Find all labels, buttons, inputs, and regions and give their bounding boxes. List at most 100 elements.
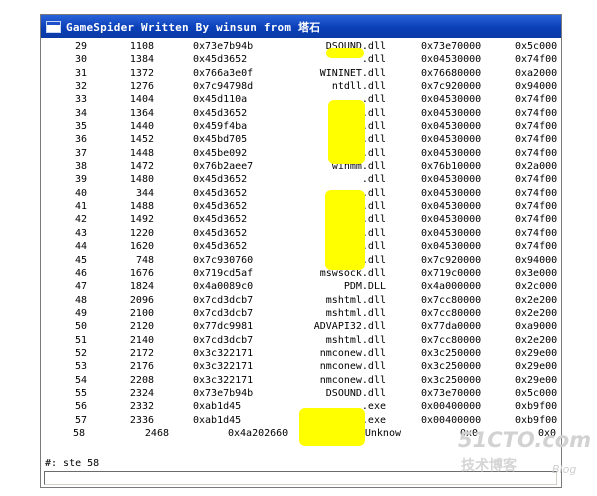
thread-id: 1472 [129,161,154,173]
module-size: 0x2c000 [515,281,558,293]
start-address: 0x45d3652 [193,201,248,213]
thread-id: 1384 [129,54,154,66]
thread-id: 2140 [129,334,154,346]
module-name: nmconew.dll [319,374,386,386]
module-base: 0x00400000 [421,414,482,426]
console-row: 40 344 0x45d3652 .dll 0x04530000 0x74f00 [41,187,561,200]
console-row: 39 1480 0x45d3652 .dll 0x04530000 0x74f00 [41,173,561,186]
console-row: 37 1448 0x45be092 .dll 0x04530000 0x74f00 [41,147,561,160]
row-index: 57 [74,414,87,426]
module-size: 0x94000 [515,254,558,266]
console-row: 32 1276 0x7c94798d ntdll.dll 0x7c920000 0x940… [41,80,561,93]
redaction-marker [325,190,365,270]
module-base: 0x3c250000 [421,374,482,386]
console-row: 36 1452 0x45bd705 .dll 0x04530000 0x74f00 [41,133,561,146]
module-size: 0xa2000 [515,67,558,79]
title-bar[interactable]: GameSpider Written By winsun from 塔石 [41,15,561,38]
row-index: 39 [74,174,87,186]
thread-id: 1480 [129,174,154,186]
module-size: 0x3e000 [515,267,558,279]
thread-id: 1824 [129,281,154,293]
thread-id: 1220 [129,227,154,239]
module-name: .dll [361,174,386,186]
module-size: 0x74f00 [515,174,558,186]
module-name: nmconew.dll [319,361,386,373]
start-address: 0x45d3652 [193,214,248,226]
thread-id: 1404 [129,94,154,106]
module-name: .dll [361,147,386,159]
module-size: 0x94000 [515,81,558,93]
start-address: 0x459f4ba [193,121,248,133]
row-index: 36 [74,134,87,146]
start-address: 0x45d3652 [193,241,248,253]
module-base: 0x04530000 [421,134,482,146]
module-size: 0x74f00 [515,134,558,146]
module-base: 0x76680000 [421,67,482,79]
row-index: 29 [74,41,87,52]
row-index: 56 [74,401,87,413]
console-row: 54 2208 0x3c322171 nmconew.dll 0x3c250000 0x2… [41,374,561,387]
module-size: 0xb9f00 [515,414,558,426]
row-index: 34 [74,107,87,119]
start-address: 0x719cd5af [193,267,254,279]
start-address: 0xab1d45 [193,401,242,413]
row-index: 30 [74,54,87,66]
module-name: .dll [361,54,386,66]
thread-id: 1448 [129,147,154,159]
thread-id: 1276 [129,81,154,93]
console-row: 53 2176 0x3c322171 nmconew.dll 0x3c250000 0x2… [41,360,561,373]
console-row: 33 1404 0x45d110a .dll 0x04530000 0x74f00 [41,93,561,106]
module-base: 0x04530000 [421,121,482,133]
module-name: .dll [361,121,386,133]
module-base: 0x04530000 [421,241,482,253]
thread-id: 1108 [129,41,154,52]
module-size: 0x2e200 [515,334,558,346]
start-address: 0x7c94798d [193,81,254,93]
module-name: .dll [361,241,386,253]
gamespider-window: GameSpider Written By winsun from 塔石 29 1… [40,14,562,488]
start-address: 0x77dc9981 [193,321,254,333]
console-row: 457480x7c930760ntdll.dll0x7c9200000x9400… [41,254,561,267]
row-index: 48 [74,294,87,306]
module-name: Unknow [364,427,401,439]
row-index: 54 [74,374,87,386]
thread-id: 1492 [129,214,154,226]
module-base: 0x7c920000 [421,81,482,93]
module-base: 0x7cc80000 [421,334,482,346]
module-size: 0x74f00 [515,121,558,133]
module-name: DSOUND.dll [325,387,386,399]
start-address: 0x45d3652 [193,227,248,239]
module-size: 0x5c000 [515,387,558,399]
module-base: 0x04530000 [421,201,482,213]
row-index: 33 [74,94,87,106]
module-base: 0x73e70000 [421,387,482,399]
row-index: 50 [74,321,87,333]
row-index: 35 [74,121,87,133]
console-row: 52 2172 0x3c322171 nmconew.dll 0x3c250000 0x2… [41,347,561,360]
module-size: 0x74f00 [515,241,558,253]
module-size: 0x2a000 [515,161,558,173]
start-address: 0x7cd3dcb7 [193,307,254,319]
module-name: mshtml.dll [325,307,386,319]
module-base: 0x04530000 [421,107,482,119]
start-address: 0x45d3652 [193,187,248,199]
start-address: 0x3c322171 [193,347,254,359]
thread-id: 1676 [129,267,154,279]
module-name: .dll [361,134,386,146]
start-address: 0x766a3e0f [193,67,254,79]
thread-id: 2096 [129,294,154,306]
start-address: 0x76b2aee7 [193,161,254,173]
thread-id: 2324 [129,387,154,399]
module-name: .dll [361,107,386,119]
row-index: 43 [74,227,87,239]
module-base: 0x00400000 [421,401,482,413]
console-row: 49 2100 0x7cd3dcb7 mshtml.dll 0x7cc80000 0x2e… [41,307,561,320]
module-size: 0x74f00 [515,214,558,226]
thread-id: 2208 [129,374,154,386]
row-index: 55 [74,387,87,399]
module-size: 0xa9000 [515,321,558,333]
row-index: 46 [74,267,87,279]
redaction-marker [328,100,365,164]
module-base: 0x3c250000 [421,347,482,359]
console-row: 46 1676 0x719cd5af mswsock.dll 0x719c0000 0x3… [41,267,561,280]
